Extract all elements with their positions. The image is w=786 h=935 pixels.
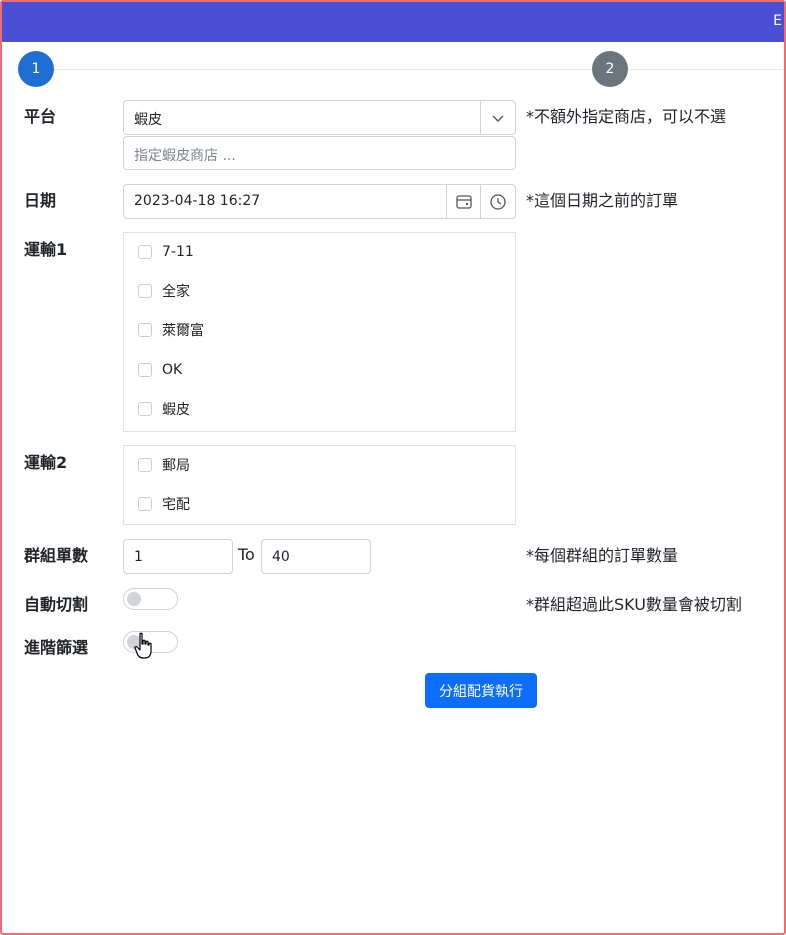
group-count-from-value: 1 (134, 549, 143, 565)
auto-split-label: 自動切割 (24, 595, 89, 614)
advanced-filter-label: 進階篩選 (24, 638, 89, 657)
checkbox[interactable] (138, 497, 152, 511)
checkbox[interactable] (138, 363, 152, 377)
shipping2-group: 郵局 宅配 (123, 445, 516, 525)
shipping1-group: 7-11 全家 萊爾富 OK 蝦皮 (123, 232, 516, 432)
group-count-note: *每個群組的訂單數量 (526, 546, 679, 565)
topbar-text[interactable]: E (773, 13, 782, 29)
hand-pointer-icon (134, 632, 152, 659)
step-1[interactable]: 1 (18, 51, 54, 87)
platform-select[interactable]: 蝦皮 (123, 100, 516, 135)
shipping2-option-delivery[interactable]: 宅配 (138, 494, 190, 514)
shipping1-option-familymart[interactable]: 全家 (138, 281, 190, 301)
date-label: 日期 (24, 191, 57, 210)
stepper-line (36, 69, 784, 70)
date-note: *這個日期之前的訂單 (526, 191, 679, 210)
auto-split-note: *群組超過此SKU數量會被切割 (526, 595, 742, 614)
to-label: To (238, 545, 255, 564)
platform-selected-value: 蝦皮 (134, 112, 162, 128)
group-count-to-input[interactable]: 40 (261, 539, 371, 574)
shipping1-option-711[interactable]: 7-11 (138, 242, 194, 262)
checkbox[interactable] (138, 245, 152, 259)
platform-label: 平台 (24, 107, 57, 126)
group-count-label: 群組單數 (24, 546, 89, 565)
platform-note: *不額外指定商店，可以不選 (526, 107, 727, 126)
toggle-knob (127, 592, 141, 606)
group-count-to-value: 40 (272, 549, 290, 565)
checkbox[interactable] (138, 284, 152, 298)
calendar-icon[interactable] (446, 185, 481, 218)
shipping2-label: 運輸2 (24, 453, 68, 472)
chevron-down-icon[interactable] (480, 101, 515, 134)
top-bar: E (2, 2, 784, 42)
shipping1-option-ok[interactable]: OK (138, 360, 182, 380)
shipping1-label: 運輸1 (24, 240, 68, 259)
step-2[interactable]: 2 (592, 51, 628, 87)
group-count-from-input[interactable]: 1 (123, 539, 233, 574)
group-allocate-button[interactable]: 分組配貨執行 (425, 673, 537, 708)
checkbox[interactable] (138, 402, 152, 416)
clock-icon[interactable] (480, 185, 515, 218)
checkbox[interactable] (138, 323, 152, 337)
checkbox[interactable] (138, 458, 152, 472)
shipping2-option-post[interactable]: 郵局 (138, 455, 190, 475)
shipping1-option-hilife[interactable]: 萊爾富 (138, 320, 204, 340)
date-value: 2023-04-18 16:27 (134, 193, 261, 209)
date-input[interactable]: 2023-04-18 16:27 (123, 184, 516, 219)
auto-split-toggle[interactable] (123, 588, 178, 610)
shipping1-option-shopee[interactable]: 蝦皮 (138, 399, 190, 419)
store-select[interactable]: 指定蝦皮商店 ... (123, 136, 516, 170)
store-placeholder: 指定蝦皮商店 ... (134, 148, 236, 164)
